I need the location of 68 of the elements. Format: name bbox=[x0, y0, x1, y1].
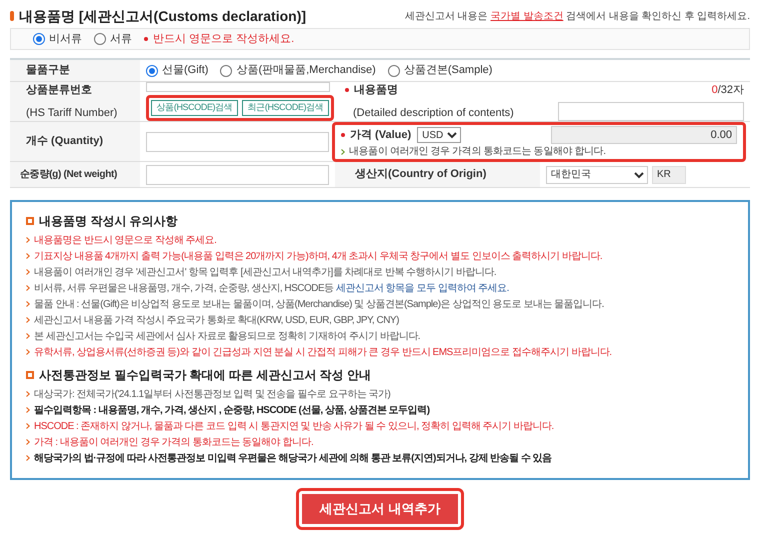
notice-text: 필수입력항목 : 내용품명, 개수, 가격, 생산지 , 순중량, HSCODE (선물, 상품, 상품견본 모두입력) bbox=[34, 404, 430, 418]
notice-text: 세관신고서 내용품 가격 작성시 주요국가 통화로 확대(KRW, USD, EUR, GBP, JPY, CNY) bbox=[34, 314, 399, 328]
hs-code-field[interactable] bbox=[146, 82, 330, 92]
notice-text: 기표지상 내용품 4개까지 출력 가능(내용품 입력은 20개까지 가능)하며, 4개 초과시 우체국 창구에서 별도 인보이스 출력하시기 바랍니다. bbox=[34, 250, 602, 264]
field-label: (HS Tariff Number) bbox=[26, 106, 118, 120]
chevron-icon bbox=[26, 237, 30, 243]
amount-field[interactable]: 0.00 bbox=[551, 126, 737, 144]
chevron-icon bbox=[26, 455, 30, 461]
field-label: (Detailed description of contents) bbox=[352, 106, 515, 120]
chevron-icon bbox=[26, 333, 30, 339]
warning-text: 반드시 영문으로 작성하세요. bbox=[153, 32, 294, 47]
hint-text: 세관신고서 내용은 국가별 발송조건 검색에서 내용을 확인하신 후 입력하세요. bbox=[404, 10, 750, 24]
notice-text: 비서류, 서류 우편물은 내용품명, 개수, 가격, 순중량, 생산지, HSCODE등 세관신고서 항목을 모두 입력하여 주세요. bbox=[34, 282, 509, 296]
radio-icon[interactable] bbox=[94, 33, 106, 45]
notice-text: 해당국가의 법·규정에 따라 사전통관정보 미입력 우편물은 해당국가 세관에 의해 통관 보류(지연)되거나, 강제 반송될 수 있음 bbox=[34, 452, 552, 466]
field-label: 내용품명 bbox=[354, 83, 398, 98]
chevron-icon bbox=[26, 423, 30, 429]
chevron-icon bbox=[26, 253, 30, 259]
field-label: 물품구분 bbox=[26, 63, 71, 78]
hscode-search-button[interactable]: 상품(HSCODE)검색 bbox=[151, 100, 238, 116]
radio-icon[interactable] bbox=[146, 64, 158, 76]
radio-label: 선물(Gift) bbox=[162, 63, 208, 78]
field-label: 가격 (Value) bbox=[350, 128, 412, 143]
add-declaration-button[interactable]: 세관신고서 내역추가 bbox=[302, 494, 458, 524]
chevron-icon bbox=[341, 149, 345, 155]
field-label: 상품분류번호 bbox=[26, 83, 93, 98]
radio-icon[interactable] bbox=[220, 64, 232, 76]
radio-icon[interactable] bbox=[388, 64, 400, 76]
chevron-icon bbox=[26, 349, 30, 355]
notice-text: 대상국가: 전체국가('24.1.1일부터 사전통관정보 입력 및 전송을 필수로 요구하는 국가) bbox=[34, 388, 390, 402]
notice-text: 가격 : 내용품이 여러개인 경우 가격의 통화코드는 동일해야 합니다. bbox=[34, 436, 314, 450]
square-bullet-icon bbox=[26, 217, 34, 225]
currency-select[interactable]: USD bbox=[417, 127, 462, 143]
notice-title: 내용품명 작성시 유의사항 bbox=[39, 213, 178, 230]
notice-title: 사전통관정보 필수입력국가 확대에 따른 세관신고서 작성 안내 bbox=[39, 367, 372, 384]
weight-field[interactable] bbox=[146, 164, 329, 184]
char-counter: 0/32자 bbox=[712, 83, 744, 98]
chevron-icon bbox=[26, 439, 30, 445]
notice-text: 내용품명은 반드시 영문으로 작성해 주세요. bbox=[34, 234, 216, 248]
notice-text: 본 세관신고서는 수입국 세관에서 심사 자료로 활용되므로 정확히 기재하여 주시기 바랍니다. bbox=[34, 330, 420, 344]
contents-field[interactable] bbox=[558, 102, 744, 121]
notice-text: HSCODE : 존재하지 않거나, 물품과 다른 코드 입력 시 통관지연 및 반송 사유가 될 수 있으니, 정확히 입력해 주시기 바랍니다. bbox=[34, 420, 554, 434]
quantity-field[interactable] bbox=[146, 132, 329, 152]
hscode-search-button[interactable]: 최근(HSCODE)검색 bbox=[242, 100, 329, 116]
field-label: 순중량(g) (Net weight) bbox=[20, 168, 118, 182]
chevron-icon bbox=[26, 407, 30, 413]
radio-label: 상품견본(Sample) bbox=[404, 63, 492, 78]
notice-text: 물품 안내 : 선물(Gift)은 비상업적 용도로 보내는 물품이며, 상품(Merchandise) 및 상품견본(Sample)은 상업적인 용도로 보내는 물품입니다. bbox=[34, 298, 604, 312]
chevron-icon bbox=[26, 269, 30, 275]
radio-label: 상품(판매물품,Merchandise) bbox=[236, 63, 376, 78]
field-label: 개수 (Quantity) bbox=[26, 134, 104, 150]
chevron-icon bbox=[26, 391, 30, 397]
country-conditions-link[interactable]: 국가별 발송조건 bbox=[490, 10, 564, 22]
country-code-field: KR bbox=[652, 166, 686, 184]
chevron-icon bbox=[26, 317, 30, 323]
square-bullet-icon bbox=[26, 371, 34, 379]
radio-icon[interactable] bbox=[33, 33, 45, 45]
value-note: 내용품이 여러개인 경우 가격의 통화코드는 동일해야 합니다. bbox=[349, 146, 606, 158]
radio-label: 비서류 bbox=[49, 32, 82, 47]
section-title: 내용품명 [세관신고서(Customs declaration)] bbox=[19, 6, 306, 26]
field-label: 생산지(Country of Origin) bbox=[355, 167, 486, 182]
notice-text: 유학서류, 상업용서류(선하증권 등)와 같이 긴급성과 지연 분실 시 간접적 피해가 큰 경우 반드시 EMS프리미엄으로 접수해주시기 바랍니다. bbox=[34, 346, 612, 360]
notice-text: 내용품이 여러개인 경우 '세관신고서' 항목 입력후 [세관신고서 내역추가]를 차례대로 반복 수행하시기 바랍니다. bbox=[34, 266, 496, 280]
chevron-icon bbox=[26, 285, 30, 291]
country-select[interactable]: 대한민국 bbox=[546, 166, 648, 184]
title-marker-icon bbox=[10, 11, 14, 21]
radio-label: 서류 bbox=[110, 32, 132, 47]
chevron-icon bbox=[26, 301, 30, 307]
